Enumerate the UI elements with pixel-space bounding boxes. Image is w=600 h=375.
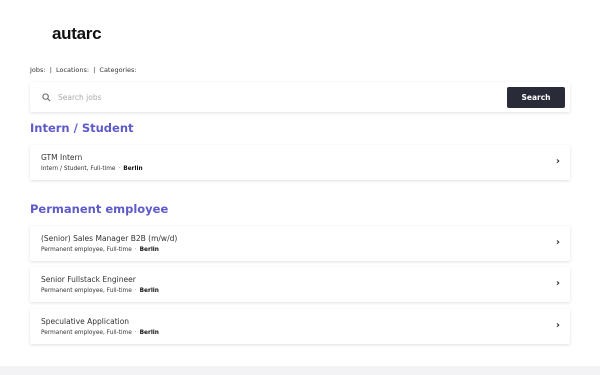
job-title: GTM Intern bbox=[41, 153, 83, 162]
job-card-fullstack-engineer[interactable]: Senior Fullstack Engineer Permanent empl… bbox=[30, 267, 570, 302]
meta-dot: · bbox=[134, 330, 137, 336]
filter-separator: | bbox=[49, 66, 52, 74]
search-icon bbox=[38, 92, 54, 102]
job-meta: Permanent employee, Full-time · Berlin bbox=[41, 247, 159, 253]
search-bar: Search bbox=[30, 82, 570, 112]
chevron-right-icon: › bbox=[555, 320, 560, 331]
job-type: Intern / Student, Full-time bbox=[41, 166, 116, 172]
section-title-permanent: Permanent employee bbox=[30, 202, 169, 216]
chevron-right-icon: › bbox=[555, 237, 560, 248]
job-card-speculative-application[interactable]: Speculative Application Permanent employ… bbox=[30, 309, 570, 344]
job-card-gtm-intern[interactable]: GTM Intern Intern / Student, Full-time · B… bbox=[30, 145, 570, 180]
section-title-intern: Intern / Student bbox=[30, 121, 134, 135]
job-meta: Permanent employee, Full-time · Berlin bbox=[41, 288, 159, 294]
filter-categories[interactable]: Categories: bbox=[99, 66, 136, 74]
job-type: Permanent employee, Full-time bbox=[41, 288, 132, 294]
job-city: Berlin bbox=[139, 288, 159, 294]
meta-dot: · bbox=[134, 247, 137, 253]
search-input[interactable] bbox=[54, 92, 507, 102]
filter-separator: | bbox=[93, 66, 96, 74]
job-meta: Permanent employee, Full-time · Berlin bbox=[41, 330, 159, 336]
meta-dot: · bbox=[118, 166, 121, 172]
autarc-logo[interactable]: autarc bbox=[52, 24, 102, 44]
job-title: Senior Fullstack Engineer bbox=[41, 275, 136, 284]
chevron-right-icon: › bbox=[555, 278, 560, 289]
job-meta: Intern / Student, Full-time · Berlin bbox=[41, 166, 143, 172]
job-type: Permanent employee, Full-time bbox=[41, 330, 132, 336]
job-city: Berlin bbox=[139, 247, 159, 253]
filter-jobs[interactable]: Jobs: bbox=[30, 66, 46, 74]
footer-band bbox=[0, 366, 600, 375]
job-title: (Senior) Sales Manager B2B (m/w/d) bbox=[41, 234, 178, 243]
job-city: Berlin bbox=[139, 330, 159, 336]
filter-bar: Jobs: | Locations: | Categories: bbox=[30, 66, 139, 74]
search-button[interactable]: Search bbox=[507, 86, 565, 108]
meta-dot: · bbox=[134, 288, 137, 294]
filter-locations[interactable]: Locations: bbox=[56, 66, 89, 74]
job-title: Speculative Application bbox=[41, 317, 130, 326]
job-type: Permanent employee, Full-time bbox=[41, 247, 132, 253]
chevron-right-icon: › bbox=[555, 156, 560, 167]
job-city: Berlin bbox=[123, 166, 143, 172]
job-card-sales-manager[interactable]: (Senior) Sales Manager B2B (m/w/d) Perma… bbox=[30, 226, 570, 261]
